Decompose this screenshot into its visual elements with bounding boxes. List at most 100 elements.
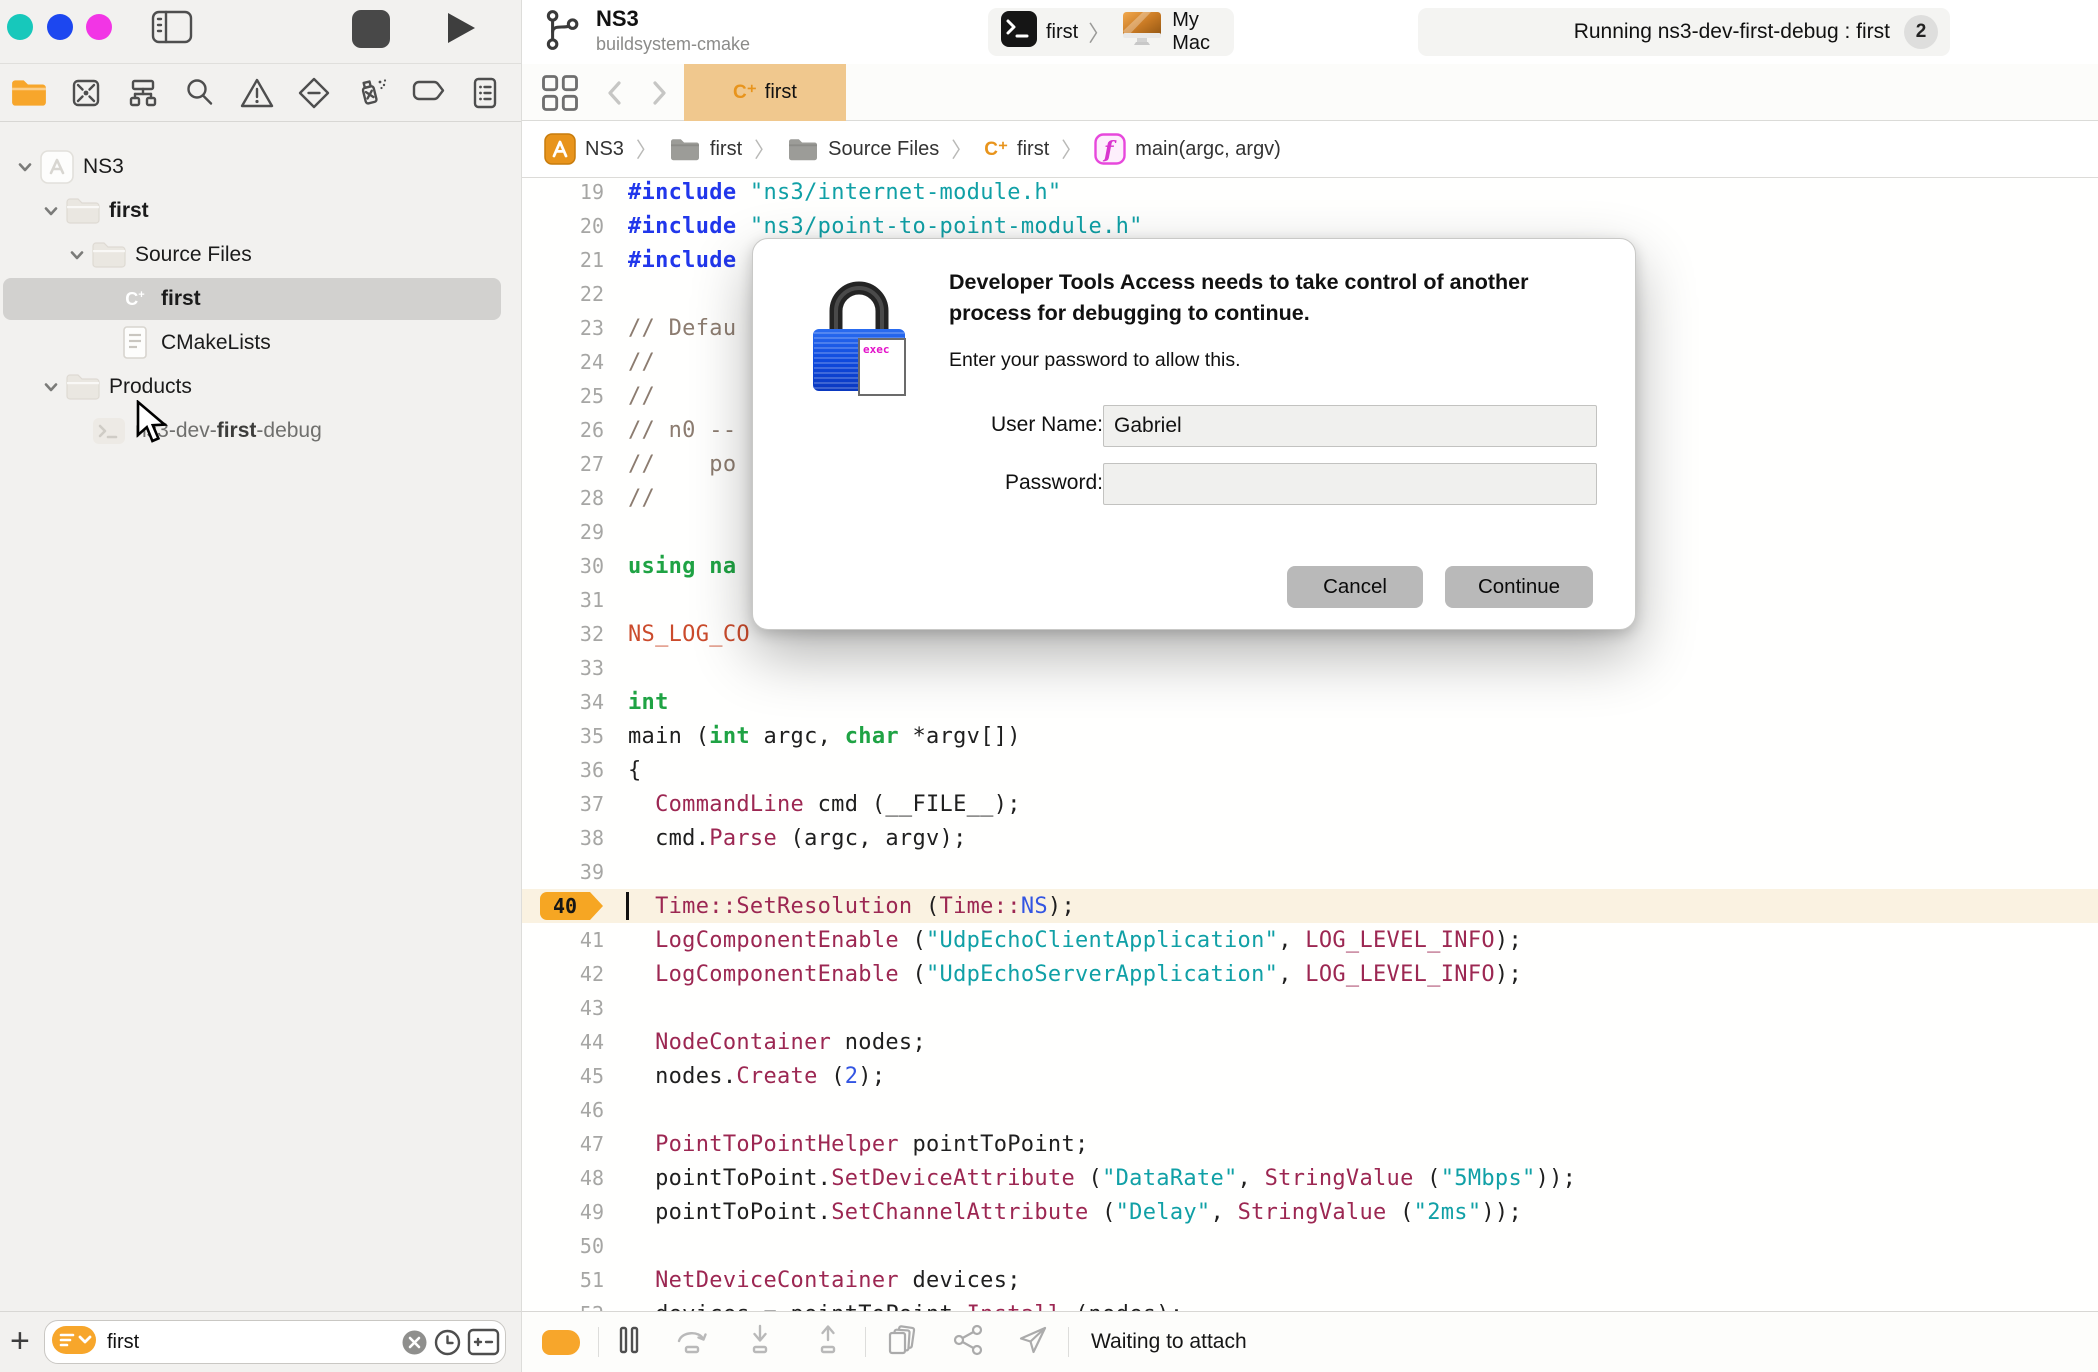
code-line-48[interactable]: 48 pointToPoint.SetDeviceAttribute ("Dat…	[522, 1161, 2098, 1195]
line-number[interactable]: 48	[522, 1166, 604, 1190]
sidebar-item-first[interactable]: C+ first	[0, 277, 521, 321]
code-line-50[interactable]: 50	[522, 1229, 2098, 1263]
stop-button[interactable]	[352, 10, 390, 48]
symbols-navigator-icon[interactable]	[114, 70, 171, 116]
line-number[interactable]: 32	[522, 622, 604, 646]
code-line-34[interactable]: 34 int	[522, 685, 2098, 719]
filter-field[interactable]: first	[44, 1320, 506, 1364]
code-line-40[interactable]: 40 Time::SetResolution (Time::NS);	[522, 889, 2098, 923]
line-number[interactable]: 28	[522, 486, 604, 510]
back-chevron-icon[interactable]	[602, 76, 628, 115]
line-number[interactable]: 35	[522, 724, 604, 748]
disclosure-chevron-icon[interactable]	[12, 158, 38, 176]
issues-navigator-icon[interactable]	[228, 70, 285, 116]
code-line-37[interactable]: 37 CommandLine cmd (__FILE__);	[522, 787, 2098, 821]
breadcrumb-item-source-files[interactable]: Source Files	[787, 135, 939, 163]
cancel-button[interactable]: Cancel	[1287, 566, 1423, 608]
sidebar-item-ns3-dev-first-debug[interactable]: ns3-dev-first-debug	[0, 409, 521, 453]
continue-button[interactable]: Continue	[1445, 566, 1593, 608]
breakpoints-navigator-icon[interactable]	[399, 70, 456, 116]
line-number[interactable]: 47	[522, 1132, 604, 1156]
line-number[interactable]: 27	[522, 452, 604, 476]
line-number[interactable]: 30	[522, 554, 604, 578]
code-line-42[interactable]: 42 LogComponentEnable ("UdpEchoServerApp…	[522, 957, 2098, 991]
code-line-36[interactable]: 36 {	[522, 753, 2098, 787]
debug-navigator-icon[interactable]	[342, 70, 399, 116]
code-line-35[interactable]: 35 main (int argc, char *argv[])	[522, 719, 2098, 753]
forward-chevron-icon[interactable]	[646, 76, 672, 115]
code-line-39[interactable]: 39	[522, 855, 2098, 889]
reports-navigator-icon[interactable]	[456, 70, 513, 116]
run-button[interactable]	[440, 6, 482, 55]
pause-icon[interactable]	[617, 1325, 641, 1360]
flags-filter-icon[interactable]	[467, 1328, 500, 1356]
window-zoom-button[interactable]	[86, 14, 112, 40]
line-number[interactable]: 22	[522, 282, 604, 306]
line-number[interactable]: 50	[522, 1234, 604, 1258]
line-number[interactable]: 26	[522, 418, 604, 442]
sidebar-item-first[interactable]: first	[0, 189, 521, 233]
stack-frames-icon[interactable]	[884, 1322, 922, 1363]
tab-first[interactable]: C⁺ first	[684, 64, 846, 121]
scheme-selector[interactable]: first 〉 My Mac	[988, 8, 1234, 56]
line-number[interactable]: 42	[522, 962, 604, 986]
line-number[interactable]: 38	[522, 826, 604, 850]
line-number[interactable]: 21	[522, 248, 604, 272]
code-line-19[interactable]: 19 #include "ns3/internet-module.h"	[522, 178, 2098, 209]
step-into-icon[interactable]	[741, 1323, 779, 1362]
sidebar-item-products[interactable]: Products	[0, 365, 521, 409]
scheme-device[interactable]: My Mac	[1172, 9, 1222, 55]
step-out-icon[interactable]	[809, 1323, 847, 1362]
activity-status-badge[interactable]: 2	[1904, 15, 1938, 49]
window-minimize-button[interactable]	[47, 14, 73, 40]
changes-navigator-icon[interactable]	[57, 70, 114, 116]
window-close-button[interactable]	[7, 14, 33, 40]
line-number[interactable]: 51	[522, 1268, 604, 1292]
tests-navigator-icon[interactable]	[285, 70, 342, 116]
add-button[interactable]: +	[10, 1322, 30, 1361]
sidebar-item-source-files[interactable]: Source Files	[0, 233, 521, 277]
code-line-43[interactable]: 43	[522, 991, 2098, 1025]
line-number[interactable]: 20	[522, 214, 604, 238]
tab-overview-icon[interactable]	[538, 72, 582, 119]
breadcrumb-item-first[interactable]: C⁺ first	[984, 138, 1049, 161]
code-line-41[interactable]: 41 LogComponentEnable ("UdpEchoClientApp…	[522, 923, 2098, 957]
sidebar-item-cmakelists[interactable]: CMakeLists	[0, 321, 521, 365]
code-line-33[interactable]: 33	[522, 651, 2098, 685]
password-field[interactable]	[1103, 463, 1597, 505]
sidebar-item-ns3[interactable]: NS3	[0, 145, 521, 189]
line-number[interactable]: 34	[522, 690, 604, 714]
project-navigator-icon[interactable]	[0, 70, 57, 116]
disclosure-chevron-icon[interactable]	[38, 378, 64, 396]
line-number[interactable]: 19	[522, 180, 604, 204]
find-navigator-icon[interactable]	[171, 70, 228, 116]
breadcrumb-item-ns3[interactable]: NS3	[544, 133, 624, 165]
code-line-47[interactable]: 47 PointToPointHelper pointToPoint;	[522, 1127, 2098, 1161]
current-line-badge[interactable]: 40	[540, 892, 603, 920]
code-line-51[interactable]: 51 NetDeviceContainer devices;	[522, 1263, 2098, 1297]
line-number[interactable]: 33	[522, 656, 604, 680]
code-line-44[interactable]: 44 NodeContainer nodes;	[522, 1025, 2098, 1059]
filter-input[interactable]: first	[107, 1331, 401, 1354]
scheme-target[interactable]: first	[1046, 21, 1078, 44]
line-number[interactable]: 37	[522, 792, 604, 816]
recents-clock-icon[interactable]	[433, 1328, 462, 1357]
breakpoints-toggle-icon[interactable]	[542, 1329, 580, 1355]
line-number[interactable]: 29	[522, 520, 604, 544]
line-number[interactable]: 25	[522, 384, 604, 408]
line-number[interactable]: 31	[522, 588, 604, 612]
clear-filter-icon[interactable]	[401, 1329, 428, 1356]
sidebar-toggle-icon[interactable]	[150, 8, 194, 51]
breadcrumb-item-main-argc-argv-[interactable]: f main(argc, argv)	[1094, 133, 1281, 165]
step-over-icon[interactable]	[673, 1323, 711, 1362]
line-number[interactable]: 45	[522, 1064, 604, 1088]
location-arrow-icon[interactable]	[1016, 1323, 1050, 1362]
code-line-45[interactable]: 45 nodes.Create (2);	[522, 1059, 2098, 1093]
disclosure-chevron-icon[interactable]	[38, 202, 64, 220]
filter-icon[interactable]	[51, 1324, 97, 1361]
line-number[interactable]: 41	[522, 928, 604, 952]
username-field[interactable]: Gabriel	[1103, 405, 1597, 447]
line-number[interactable]: 39	[522, 860, 604, 884]
debug-graph-icon[interactable]	[950, 1322, 988, 1363]
line-number[interactable]: 24	[522, 350, 604, 374]
